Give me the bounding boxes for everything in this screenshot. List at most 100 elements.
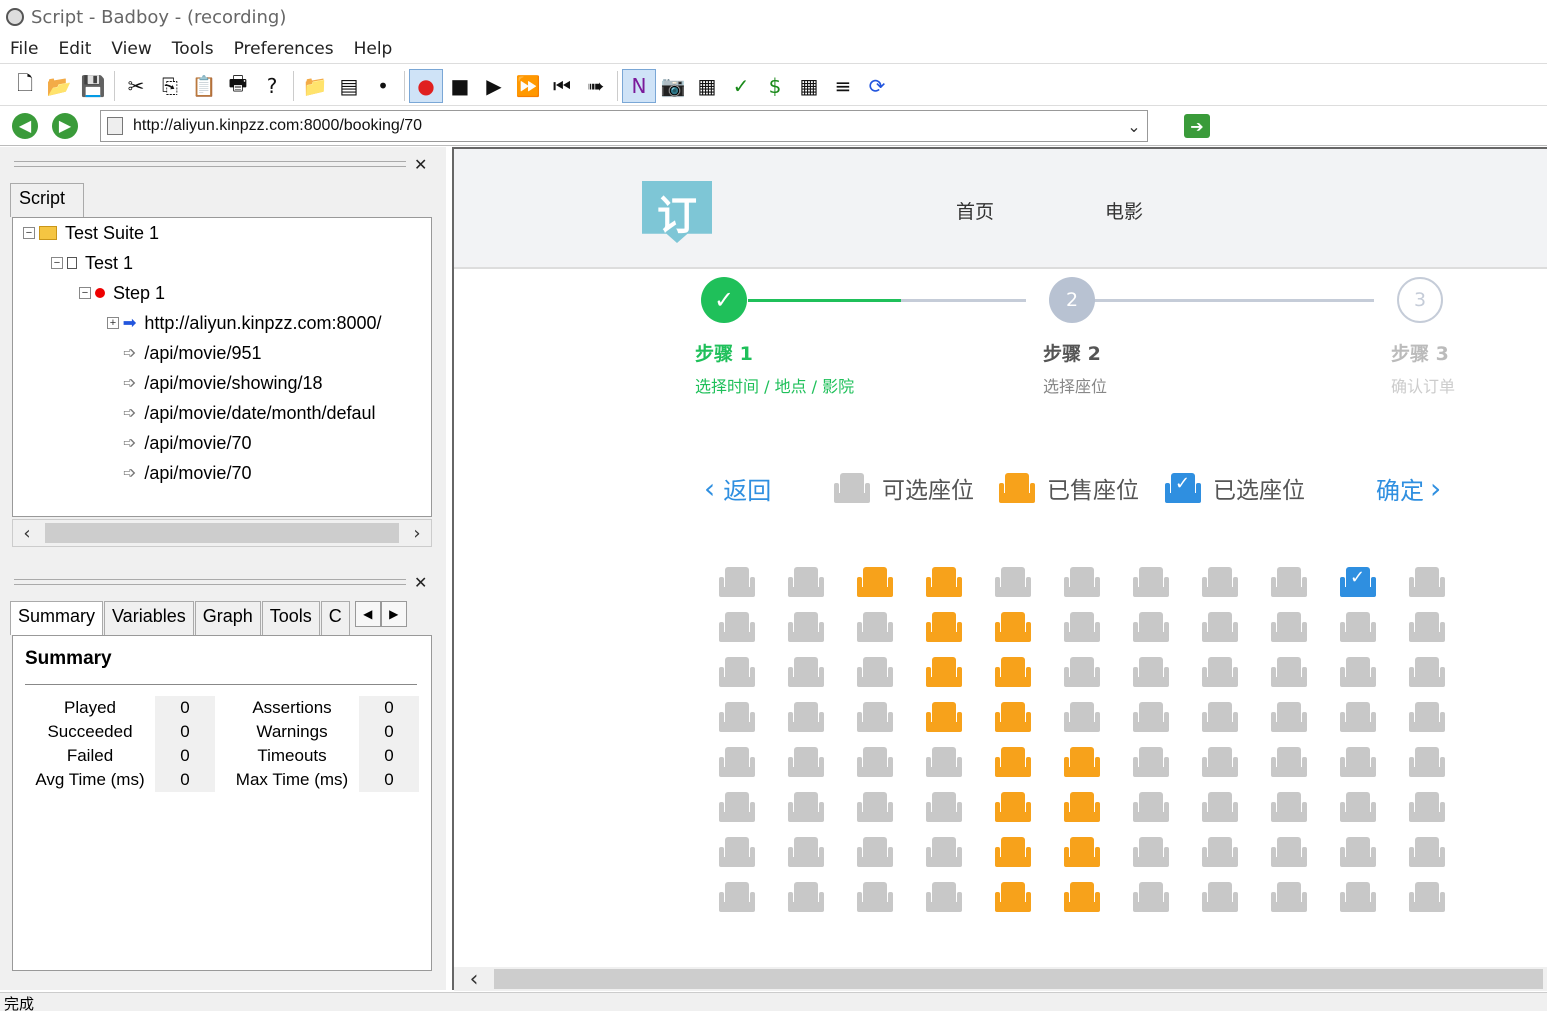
seat-available[interactable] [1133, 792, 1169, 822]
expand-toggle-icon[interactable]: − [79, 287, 91, 299]
open-folder-icon[interactable]: 📂 [42, 69, 76, 103]
tab-more[interactable]: C [320, 601, 350, 635]
expand-toggle-icon[interactable]: − [23, 227, 35, 239]
chevron-down-icon[interactable]: ⌄ [1121, 117, 1147, 136]
add-test-icon[interactable]: ▤ [332, 69, 366, 103]
tab-left-icon[interactable]: ◀ [354, 601, 381, 627]
seat-available[interactable] [1340, 747, 1376, 777]
scroll-thumb[interactable] [494, 969, 1543, 989]
help-icon[interactable]: ? [255, 69, 289, 103]
seat-available[interactable] [1133, 657, 1169, 687]
back-icon[interactable]: ◀ [12, 112, 38, 139]
seat-available[interactable] [1202, 747, 1238, 777]
seat-available[interactable] [1340, 702, 1376, 732]
tree-scrollbar[interactable]: ‹ › [12, 519, 432, 547]
seat-available[interactable] [1271, 702, 1307, 732]
seat-available[interactable] [1133, 567, 1169, 597]
seat-available[interactable] [1133, 612, 1169, 642]
browser-scrollbar[interactable]: ‹ [454, 967, 1547, 992]
seat-available[interactable] [788, 657, 824, 687]
seat-available[interactable] [719, 747, 755, 777]
report-icon[interactable]: ≡ [826, 69, 860, 103]
url-text[interactable]: http://aliyun.kinpzz.com:8000/booking/70 [133, 117, 1121, 135]
site-logo[interactable]: 订 [642, 181, 712, 243]
seat-available[interactable] [1271, 837, 1307, 867]
close-icon[interactable]: ✕ [414, 155, 427, 174]
panel-grip[interactable] [14, 161, 406, 167]
seat-available[interactable] [857, 612, 893, 642]
seat-available[interactable] [1409, 567, 1445, 597]
seat-available[interactable] [1133, 702, 1169, 732]
screenshot-icon[interactable]: 📷 [656, 69, 690, 103]
form-icon[interactable]: ▦ [690, 69, 724, 103]
print-icon[interactable]: 🖶 [221, 69, 255, 103]
seat-available[interactable] [1064, 657, 1100, 687]
seat-available[interactable] [719, 702, 755, 732]
tab-right-icon[interactable]: ▶ [380, 601, 407, 627]
seat-available[interactable] [1202, 612, 1238, 642]
seat-available[interactable] [788, 747, 824, 777]
add-step-icon[interactable]: • [366, 69, 400, 103]
seat-available[interactable] [1340, 882, 1376, 912]
expand-toggle-icon[interactable]: + [107, 317, 119, 329]
rewind-icon[interactable]: ⏮ [545, 69, 579, 103]
seat-available[interactable] [1202, 882, 1238, 912]
new-file-icon[interactable]: 🗋 [8, 69, 42, 103]
tree-item[interactable]: + ➟ http://aliyun.kinpzz.com:8000/ [107, 308, 382, 338]
menu-file[interactable]: File [0, 39, 48, 59]
seat-available[interactable] [1133, 837, 1169, 867]
dollar-icon[interactable]: $ [758, 69, 792, 103]
check-icon[interactable]: ✓ [724, 69, 758, 103]
scroll-thumb[interactable] [45, 523, 399, 543]
seat-available[interactable] [1340, 792, 1376, 822]
play-icon[interactable]: ▶ [477, 69, 511, 103]
seat-available[interactable] [788, 612, 824, 642]
navigation-icon[interactable]: N [622, 68, 656, 103]
seat-available[interactable] [1133, 747, 1169, 777]
seat-available[interactable] [1202, 837, 1238, 867]
go-icon[interactable]: ➔ [1184, 114, 1210, 138]
step-forward-icon[interactable]: ➠ [579, 69, 613, 103]
seat-available[interactable] [1409, 657, 1445, 687]
seat-available[interactable] [788, 567, 824, 597]
seat-available[interactable] [788, 702, 824, 732]
panel-grip-2[interactable] [14, 579, 406, 585]
save-icon[interactable]: 💾 [76, 69, 110, 103]
seat-available[interactable] [926, 882, 962, 912]
seat-available[interactable] [1271, 567, 1307, 597]
seat-available[interactable] [1409, 747, 1445, 777]
seat-available[interactable] [1271, 792, 1307, 822]
seat-available[interactable] [1202, 657, 1238, 687]
table-icon[interactable]: ▦ [792, 69, 826, 103]
seat-available[interactable] [1409, 792, 1445, 822]
cut-icon[interactable]: ✂ [119, 69, 153, 103]
menu-tools[interactable]: Tools [162, 39, 224, 59]
tree-item[interactable]: ➩ /api/movie/951 [107, 338, 261, 368]
tree-item[interactable]: − Test 1 [51, 248, 133, 278]
copy-icon[interactable]: ⎘ [153, 69, 187, 103]
forward-icon[interactable]: ▶ [52, 112, 78, 139]
seat-available[interactable] [719, 882, 755, 912]
fast-forward-icon[interactable]: ⏩ [511, 69, 545, 103]
back-button[interactable]: ‹ 返回 [704, 471, 771, 506]
menu-help[interactable]: Help [344, 39, 403, 59]
tree-item[interactable]: ➩ /api/movie/showing/18 [107, 368, 323, 398]
menu-view[interactable]: View [101, 39, 161, 59]
seat-available[interactable] [857, 792, 893, 822]
seat-available[interactable] [719, 837, 755, 867]
stop-icon[interactable]: ■ [443, 69, 477, 103]
seat-available[interactable] [1409, 612, 1445, 642]
confirm-button[interactable]: 确定 › [1376, 471, 1441, 506]
seat-available[interactable] [1271, 612, 1307, 642]
seat-available[interactable] [1202, 567, 1238, 597]
tree-item[interactable]: − Test Suite 1 [23, 218, 159, 248]
seat-available[interactable] [788, 792, 824, 822]
seat-available[interactable] [995, 567, 1031, 597]
tree-item[interactable]: ➩ /api/movie/70 [107, 458, 251, 488]
seat-available[interactable] [1340, 612, 1376, 642]
seat-available[interactable] [1064, 702, 1100, 732]
seat-available[interactable] [719, 612, 755, 642]
seat-available[interactable] [1202, 792, 1238, 822]
seat-available[interactable] [1271, 657, 1307, 687]
add-folder-icon[interactable]: 📁 [298, 69, 332, 103]
